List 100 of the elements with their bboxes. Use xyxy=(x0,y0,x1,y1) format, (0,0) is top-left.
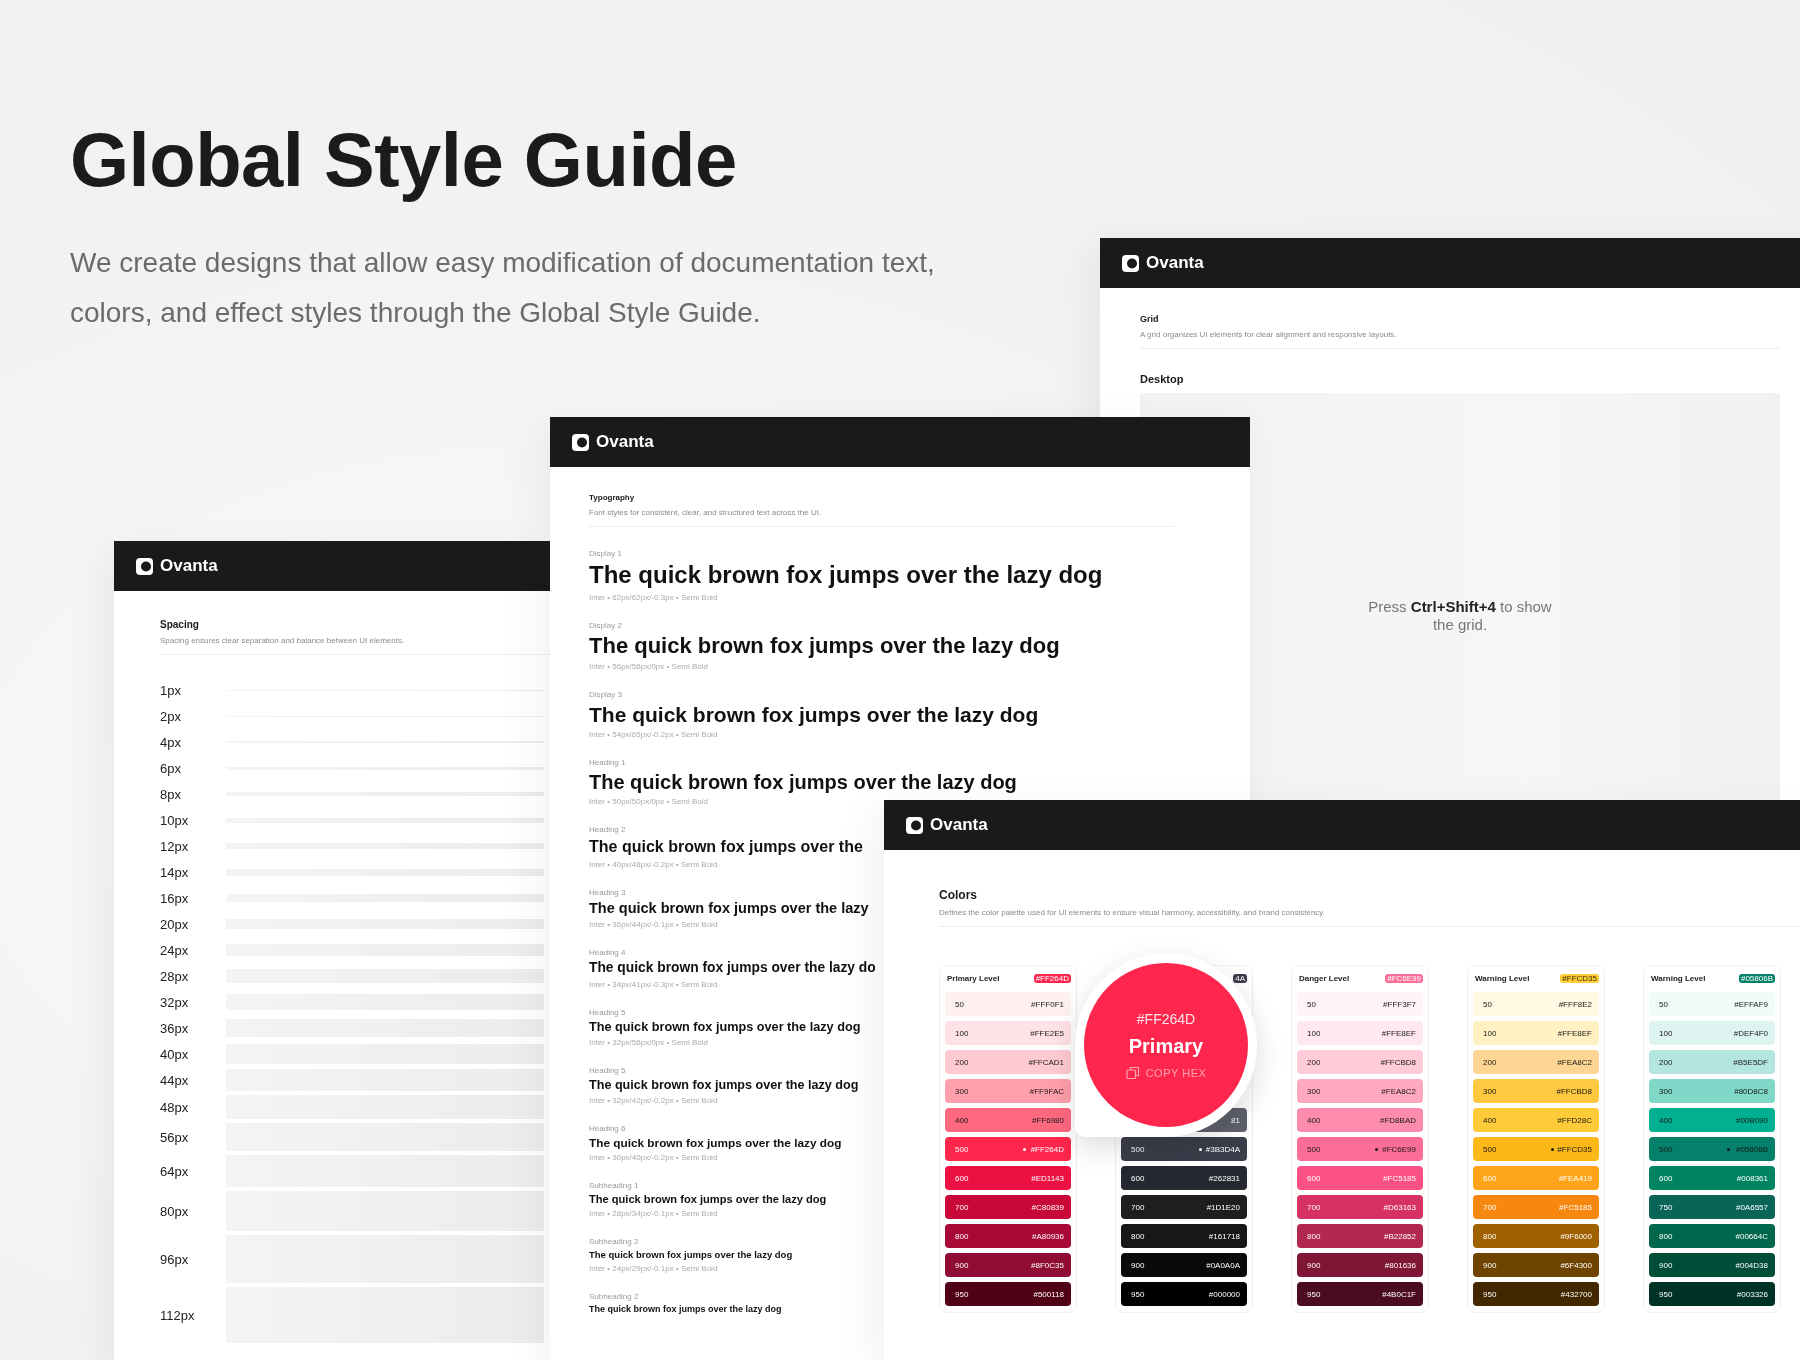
type-sample: The quick brown fox jumps over the lazy dog xyxy=(589,561,1103,590)
color-swatch: 600 #262831 xyxy=(1121,1166,1247,1190)
type-sample: The quick brown fox jumps over the lazy dog xyxy=(589,1135,842,1150)
color-swatch: 800 #B22852 xyxy=(1297,1224,1423,1248)
type-spec: Inter • 32px/42px/-0.2px • Semi Bold xyxy=(589,1095,718,1105)
spacing-label: 16px xyxy=(160,890,190,906)
style-label: Subheading 2 xyxy=(589,1237,639,1247)
grid-hint: Press Ctrl+Shift+4 to show the grid. xyxy=(1367,598,1553,633)
logo-icon xyxy=(572,433,589,451)
spacing-label: 1px xyxy=(160,682,182,698)
color-swatch: 900 #0A0A0A xyxy=(1121,1253,1247,1277)
spacing-label: 28px xyxy=(160,968,190,984)
color-swatch: 600 #ED1143 xyxy=(945,1166,1071,1190)
color-swatch: 200 #FFCAD1 xyxy=(945,1050,1071,1074)
page-subtitle: We create designs that allow easy modification of documentation text, colors, and effect styles through the Global Style Guide. xyxy=(70,245,936,330)
type-spec: Inter • 50px/50px/0px • Semi Bold xyxy=(589,797,708,807)
color-swatch: 900 #004D38 xyxy=(1649,1253,1775,1277)
spacing-label: 10px xyxy=(160,812,190,828)
copy-icon xyxy=(1125,1065,1140,1080)
color-swatch: 300 #FEA8C2 xyxy=(1297,1079,1423,1103)
color-swatch: 50 #FFF0F1 xyxy=(945,992,1071,1016)
type-spec: Inter • 30px/40px/-0.2px • Semi Bold xyxy=(589,1153,718,1162)
color-swatch: 500 #FC6E99 xyxy=(1297,1137,1423,1161)
type-sample: The quick brown fox jumps over the lazy do xyxy=(589,959,876,977)
spacing-label: 112px xyxy=(160,1307,196,1323)
color-swatch: 700 #C80839 xyxy=(945,1195,1071,1219)
spacing-label: 56px xyxy=(160,1129,190,1145)
section-description: A grid organizes UI elements for clear alignment and responsive layouts. xyxy=(1140,330,1398,339)
style-label: Heading 2 xyxy=(589,825,626,835)
palette-label: Warning Level xyxy=(1475,974,1530,983)
color-swatch: 900 #6F4300 xyxy=(1473,1253,1599,1277)
color-swatch: 800 #00664C xyxy=(1649,1224,1775,1248)
type-sample: The quick brown fox jumps over the lazy dog xyxy=(589,1303,782,1315)
color-swatch: 100 #DEF4F0 xyxy=(1649,1021,1775,1045)
spacing-label: 40px xyxy=(160,1046,190,1062)
style-label: Heading 6 xyxy=(589,1123,626,1133)
spacing-label: 20px xyxy=(160,916,190,932)
color-swatch: 700 #D63163 xyxy=(1297,1195,1423,1219)
spacing-label: 80px xyxy=(160,1203,190,1219)
subsection-title: Desktop xyxy=(1140,373,1185,385)
logo-icon xyxy=(1122,254,1139,272)
logo-icon xyxy=(136,557,153,575)
style-label: Heading 5 xyxy=(589,1007,626,1017)
type-sample: The quick brown fox jumps over the lazy dog xyxy=(589,702,1039,728)
copy-hex-button[interactable]: COPY HEX xyxy=(1125,1065,1207,1080)
color-swatch: 50 #EFFAF9 xyxy=(1649,992,1775,1016)
color-swatch: 950 #4B0C1F xyxy=(1297,1282,1423,1306)
section-title: Spacing xyxy=(160,619,200,630)
spacing-label: 48px xyxy=(160,1099,190,1115)
style-label: Subheading 1 xyxy=(589,1181,639,1190)
section-title: Typography xyxy=(589,493,636,502)
color-swatch: 400 #00B090 xyxy=(1649,1108,1775,1132)
spacing-label: 96px xyxy=(160,1251,190,1267)
palette-badge: #FF264D xyxy=(1033,974,1071,983)
style-label: Heading 3 xyxy=(589,887,626,897)
color-swatch: 500 #3B3D4A xyxy=(1121,1137,1247,1161)
spacing-label: 6px xyxy=(160,760,182,776)
logo-icon xyxy=(906,816,923,834)
type-spec: Inter • 36px/44px/-0.1px • Semi Bold xyxy=(589,919,718,929)
color-swatch: 950 #000000 xyxy=(1121,1282,1247,1306)
type-sample: The quick brown fox jumps over the lazy dog xyxy=(589,1019,861,1035)
color-swatch: 400 #FF6980 xyxy=(945,1108,1071,1132)
type-sample: The quick brown fox jumps over the lazy dog xyxy=(589,632,1060,660)
color-swatch: 300 #FFCBD8 xyxy=(1473,1079,1599,1103)
style-label: Display 3 xyxy=(589,690,622,700)
spacing-label: 64px xyxy=(160,1163,190,1179)
type-sample: The quick brown fox jumps over the lazy dog xyxy=(589,1077,859,1093)
spacing-label: 14px xyxy=(160,864,190,880)
style-label: Heading 5 xyxy=(589,1065,626,1075)
color-swatch: 100 #FFE8EF xyxy=(1473,1021,1599,1045)
color-swatch: 800 #161718 xyxy=(1121,1224,1247,1248)
style-label: Heading 4 xyxy=(589,947,626,957)
brand-name: Ovanta xyxy=(596,432,654,452)
color-swatch: 100 #FFE2E5 xyxy=(945,1021,1071,1045)
type-sample: The quick brown fox jumps over the lazy dog xyxy=(589,1193,827,1207)
brand-name: Ovanta xyxy=(930,815,988,835)
palette-badge: #FFCD35 xyxy=(1560,974,1599,983)
type-sample: The quick brown fox jumps over the lazy xyxy=(589,899,869,917)
style-label: Subheading 2 xyxy=(589,1291,639,1301)
color-swatch: 500 #FF264D xyxy=(945,1137,1071,1161)
spacing-label: 44px xyxy=(160,1072,190,1088)
color-swatch: 950 #003326 xyxy=(1649,1282,1775,1306)
section-description: Spacing ensures clear separation and balance between UI elements. xyxy=(160,636,406,645)
type-sample: The quick brown fox jumps over the lazy dog xyxy=(589,1249,793,1261)
color-swatch: 50 #FFF8E2 xyxy=(1473,992,1599,1016)
type-spec: Inter • 28px/34px/-0.1px • Semi Bold xyxy=(589,1209,718,1219)
color-swatch: 600 #008361 xyxy=(1649,1166,1775,1190)
color-swatch: 400 #FFD28C xyxy=(1473,1108,1599,1132)
color-swatch: 950 #432700 xyxy=(1473,1282,1599,1306)
color-swatch: 950 #500118 xyxy=(945,1282,1071,1306)
type-spec: Inter • 54px/65px/-0.2px • Semi Bold xyxy=(589,730,718,740)
style-label: Display 2 xyxy=(589,620,622,630)
style-label: Heading 1 xyxy=(589,758,626,768)
color-swatch: 600 #FEA419 xyxy=(1473,1166,1599,1190)
color-swatch: 200 #FEA8C2 xyxy=(1473,1050,1599,1074)
section-title: Colors xyxy=(939,888,978,902)
page-title: Global Style Guide xyxy=(70,118,738,202)
palette-badge: #05806B xyxy=(1738,974,1775,983)
color-swatch: 800 #A80936 xyxy=(945,1224,1071,1248)
palette-badge: #FC6E99 xyxy=(1385,974,1423,983)
